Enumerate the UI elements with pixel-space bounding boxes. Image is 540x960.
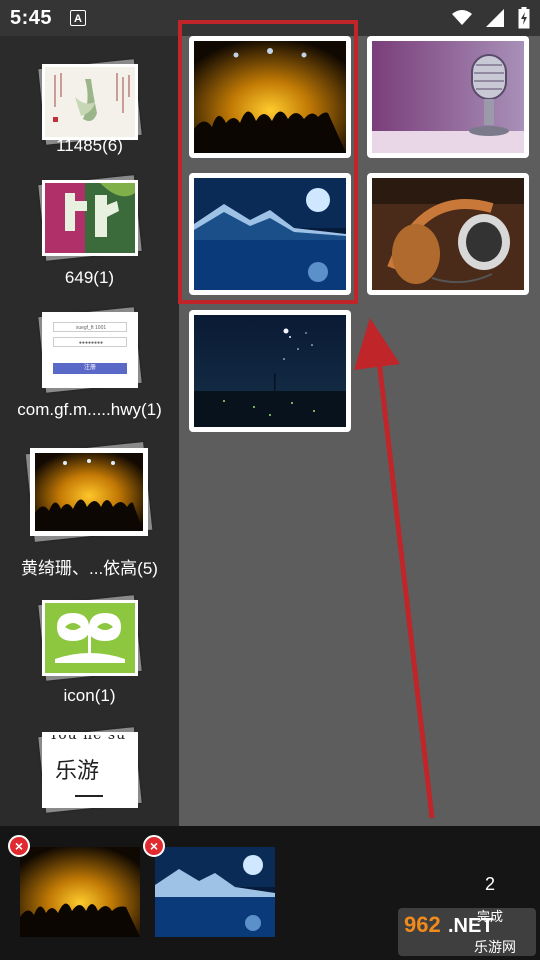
svg-text:.NET: .NET [448,915,494,937]
selected-concert-crowd [20,847,140,937]
selected-moonlit-lake [155,847,275,937]
selected-count: 2 [484,874,495,894]
site-watermark-logo: 962 .NET 乐游网 [398,908,536,956]
remove-selected-button[interactable]: × [8,835,30,857]
annotation-arrow-icon [354,318,435,819]
selected-item[interactable]: × [8,835,140,937]
remove-selected-button[interactable]: × [143,835,165,857]
svg-text:962: 962 [404,912,441,937]
svg-text:乐游网: 乐游网 [474,940,516,956]
selected-item[interactable]: × [143,835,275,937]
